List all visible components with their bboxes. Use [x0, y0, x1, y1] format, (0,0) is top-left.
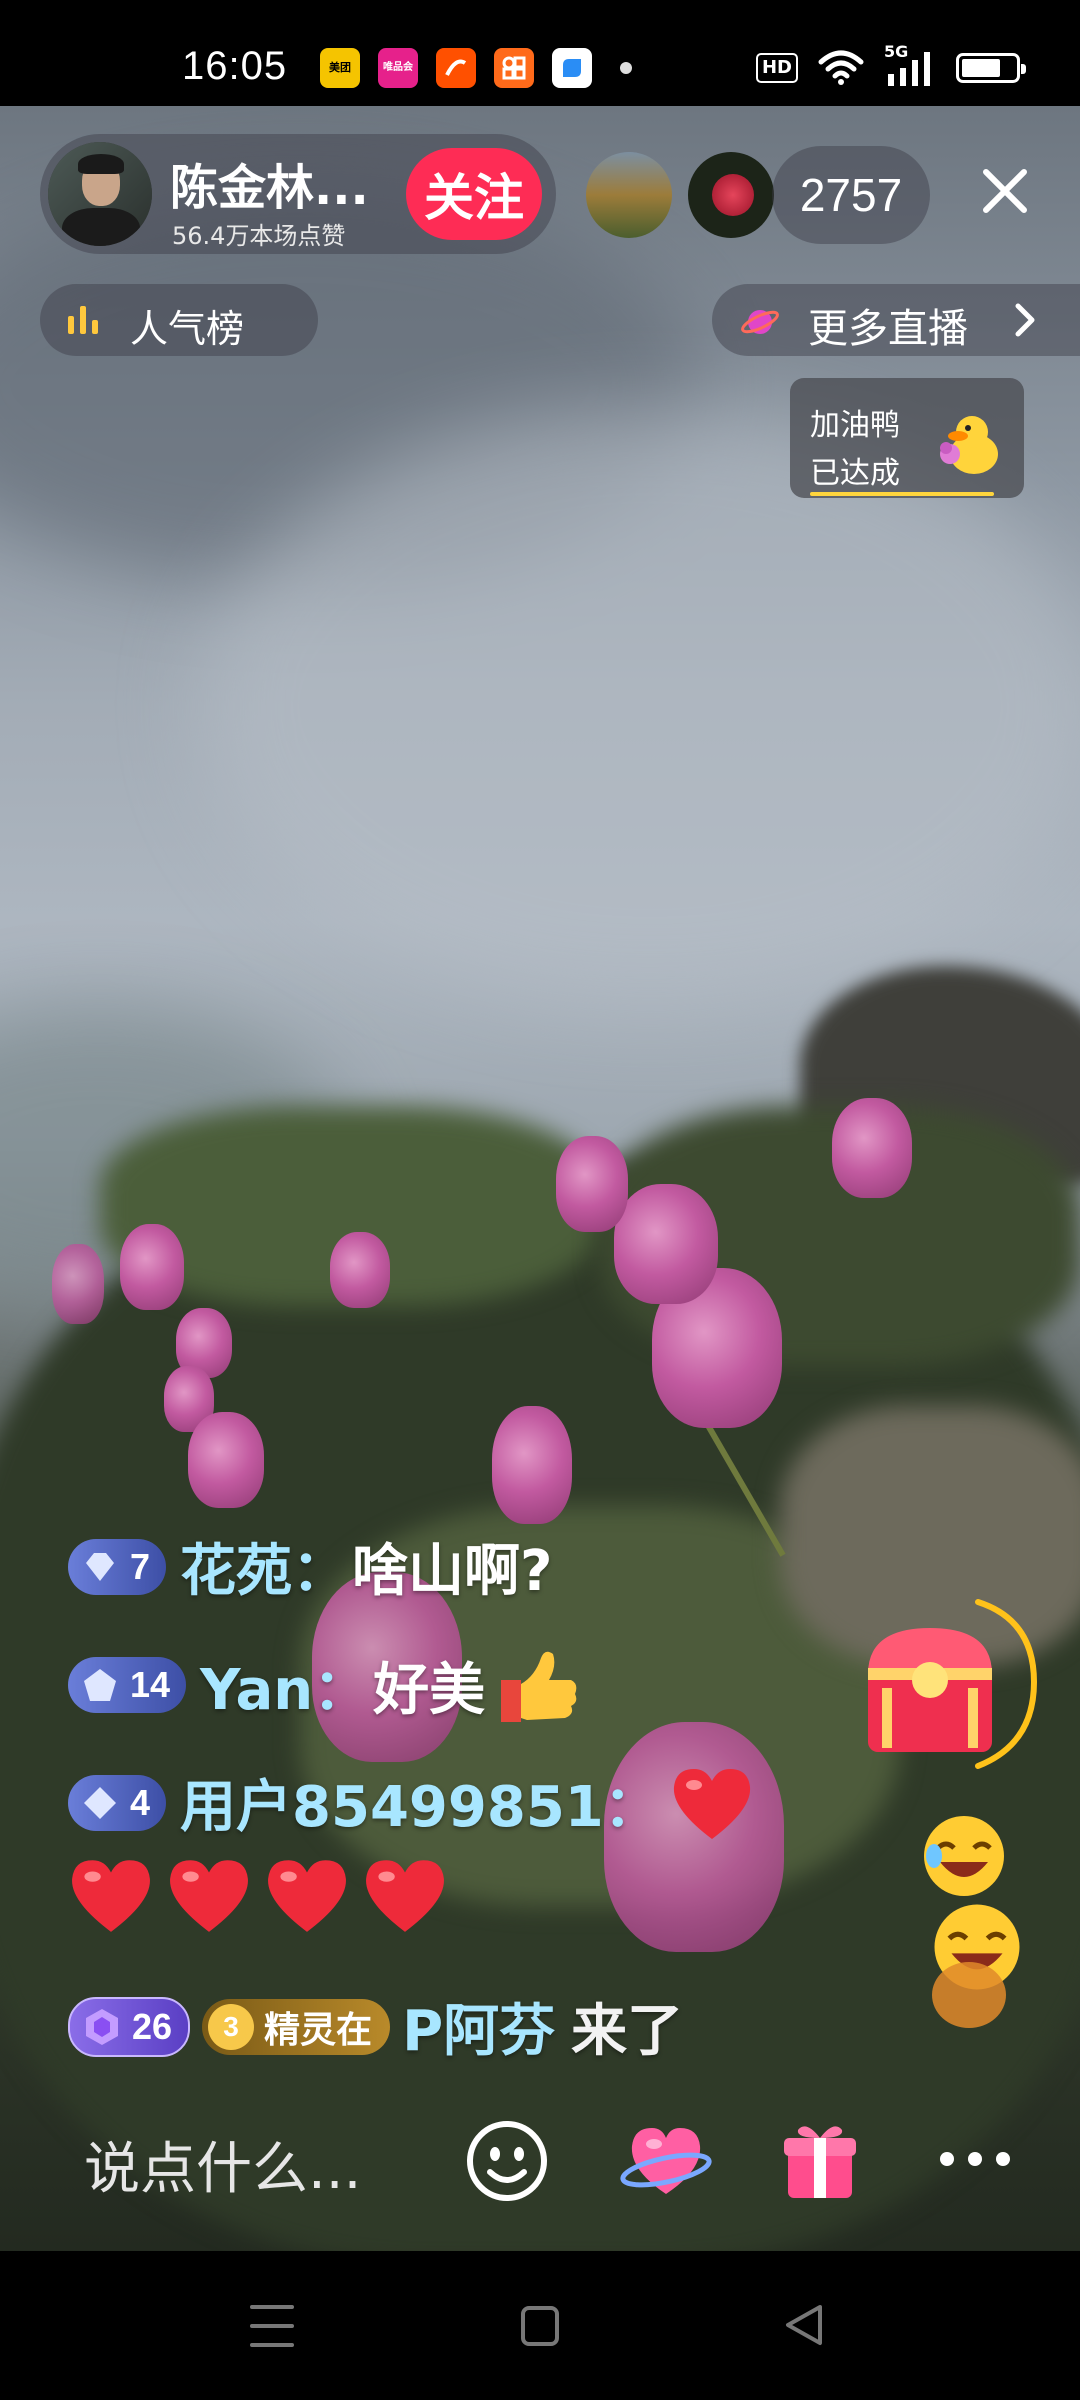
goal-progress-bar [810, 492, 994, 496]
notification-app-icons: 美团 唯品会 [320, 48, 632, 88]
vip-app-icon: 唯品会 [378, 48, 418, 88]
wifi-icon [818, 50, 864, 85]
user-entry-notice[interactable]: 26 3 精灵在 P阿芬 来了 [68, 1986, 683, 2067]
chevron-right-icon [1015, 303, 1035, 337]
anchor-avatar[interactable] [48, 142, 152, 246]
user-level-badge: 7 [68, 1538, 167, 1595]
miniapp-icon [494, 48, 534, 88]
follow-button[interactable]: 关注 [406, 148, 542, 240]
comment-input[interactable]: 说点什么... [84, 2124, 361, 2205]
chat-message[interactable]: 4 用户85499851： [68, 1762, 756, 1843]
cellular-signal-icon: 5G [884, 42, 936, 88]
laughing-emoji-icon [924, 1816, 1004, 1896]
close-icon[interactable] [974, 160, 1036, 222]
more-options-icon[interactable] [940, 2152, 1010, 2172]
entry-action: 来了 [571, 1999, 684, 2064]
top-viewer-avatar-2[interactable] [688, 152, 774, 238]
chat-username[interactable]: 花苑： [180, 1526, 348, 1607]
user-level-badge: 26 [68, 1996, 191, 2057]
status-time: 16:05 [182, 44, 288, 88]
more-live-button[interactable]: 更多直播 [712, 284, 1080, 356]
system-navigation-bar [0, 2251, 1080, 2400]
anchor-info-card[interactable]: 陈金林... 56.4万本场点赞 关注 [40, 134, 556, 254]
more-live-label: 更多直播 [808, 306, 968, 352]
heart-emoji-icon [170, 1860, 248, 1932]
heart-emoji-icon [673, 1768, 750, 1839]
planet-icon [741, 310, 779, 334]
emoji-icon[interactable] [464, 2118, 550, 2204]
more-notifications-dot [620, 62, 632, 74]
menu-icon[interactable] [250, 2303, 294, 2349]
chat-message[interactable]: 14 Yan： 好美 [68, 1640, 581, 1730]
fan-level: 3 [208, 2003, 255, 2050]
anchor-likes: 56.4万本场点赞 [172, 222, 346, 250]
popularity-rank-label: 人气榜 [130, 307, 245, 351]
heart-emoji-icon [268, 1860, 346, 1932]
user-level-badge: 14 [68, 1657, 187, 1713]
treasure-chest-icon[interactable] [858, 1598, 1038, 1798]
chat-message[interactable]: 7 花苑： 啥山啊? [68, 1526, 553, 1607]
popularity-rank-button[interactable]: 人气榜 [40, 284, 318, 356]
user-level: 26 [132, 2005, 173, 2047]
viewer-count[interactable]: 2757 [772, 146, 930, 244]
diamond-icon [86, 1552, 114, 1581]
user-level: 14 [130, 1664, 171, 1705]
entry-username[interactable]: P阿芬 [402, 1986, 555, 2067]
hd-badge: HD [755, 53, 798, 83]
goal-title: 加油鸭 [810, 408, 900, 443]
diamond-icon [84, 1786, 116, 1819]
user-level: 7 [130, 1545, 151, 1587]
fan-club-badge: 3 精灵在 [202, 1998, 391, 2055]
goal-achieved-card[interactable]: 加油鸭 已达成 [790, 378, 1024, 498]
taobao-special-app-icon [436, 48, 476, 88]
top-viewer-avatar-1[interactable] [586, 152, 672, 238]
chat-text: 好美 [373, 1657, 486, 1723]
user-level: 4 [130, 1781, 151, 1823]
bar-chart-icon [68, 306, 98, 334]
bottom-action-bar: 说点什么... [0, 2102, 1080, 2252]
heart-emoji-row [66, 1854, 450, 1936]
floating-emoji-trail [932, 1962, 1006, 2028]
meituan-app-icon: 美团 [320, 48, 360, 88]
hexagon-gem-icon [86, 2008, 118, 2045]
blue-app-icon [552, 48, 592, 88]
goal-status: 已达成 [810, 456, 900, 491]
status-indicators: HD 5G [755, 42, 1026, 88]
duck-icon [940, 416, 998, 474]
fan-club-name: 精灵在 [264, 2009, 373, 2051]
home-icon[interactable] [520, 2305, 560, 2347]
gift-icon[interactable] [782, 2120, 858, 2202]
user-level-badge: 4 [68, 1774, 167, 1831]
thumbs-up-emoji-icon [501, 1651, 577, 1722]
pentagon-gem-icon [84, 1669, 116, 1701]
chat-username[interactable]: 用户85499851： [180, 1762, 660, 1843]
battery-icon [956, 53, 1026, 83]
status-bar: 16:05 美团 唯品会 HD 5G [0, 0, 1080, 106]
chat-username[interactable]: Yan： [200, 1645, 369, 1726]
heart-emoji-icon [366, 1860, 444, 1932]
heart-emoji-icon [72, 1860, 150, 1932]
back-icon[interactable] [784, 2303, 824, 2347]
anchor-name[interactable]: 陈金林... [170, 148, 369, 218]
chat-text: 啥山啊? [352, 1539, 553, 1604]
heart-like-icon[interactable] [620, 2122, 712, 2202]
